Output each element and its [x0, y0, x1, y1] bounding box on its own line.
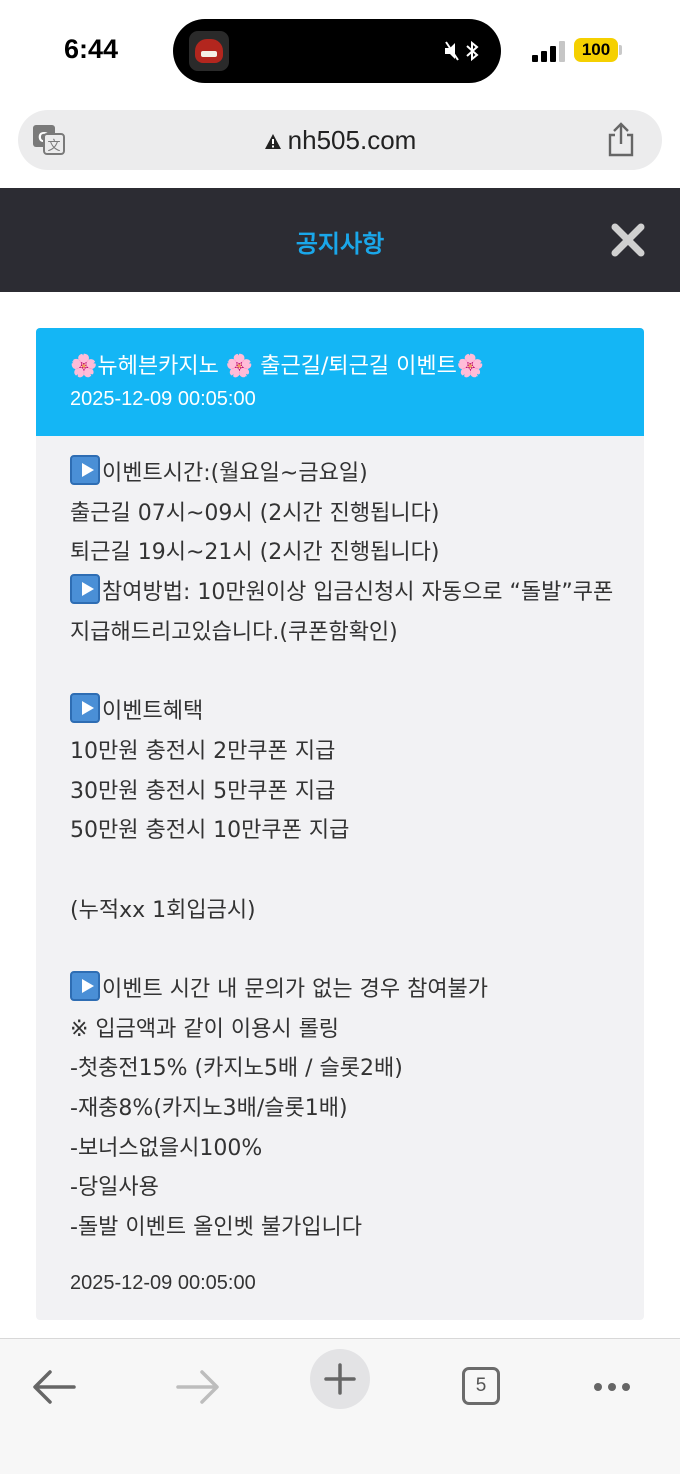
more-icon[interactable] — [582, 1357, 642, 1417]
play-icon — [70, 970, 100, 1001]
notice-title: 🌸뉴헤븐카지노 🌸 출근길/퇴근길 이벤트🌸 — [70, 354, 485, 379]
notice-line-text: 이벤트혜택 — [102, 699, 204, 725]
notice-line: 이벤트시간:(월요일~금요일) — [70, 454, 620, 494]
modal-title: 공지사항 — [295, 230, 385, 258]
status-bar: 6:44 100 — [0, 0, 680, 100]
notice-line: -첫충전15% (카지노5배 / 슬롯2배) — [70, 1049, 620, 1089]
notice-line: (누적xx 1회입금시) — [70, 891, 620, 931]
notice-line: -재충8%(카지노3배/슬롯1배) — [70, 1089, 620, 1129]
back-arrow-icon[interactable] — [24, 1357, 84, 1417]
notice-line: 퇴근길 19시~21시 (2시간 진행됩니다) — [70, 533, 620, 573]
notice-line: -돌발 이벤트 올인벳 불가입니다 — [70, 1208, 620, 1248]
play-icon — [70, 693, 100, 724]
share-icon[interactable] — [606, 122, 636, 158]
notice-line-text: -당일사용 — [70, 1175, 159, 1201]
play-icon — [70, 455, 100, 485]
notice-line-text: 30만원 충전시 5만쿠폰 지급 — [70, 778, 336, 804]
notice-line-text: -재충8%(카지노3배/슬롯1배) — [70, 1096, 348, 1122]
cherry-blossom-icon: 🌸 — [70, 354, 98, 379]
tabs-button[interactable]: 5 — [452, 1357, 512, 1417]
notice-line: ※ 입금액과 같이 이용시 롤링 — [70, 1010, 620, 1050]
close-icon[interactable] — [610, 222, 646, 258]
new-tab-button[interactable] — [310, 1349, 370, 1409]
notice-line-text: 참여방법: 10만원이상 입금신청시 자동으로 “돌발”쿠폰 지급해드리고있습니… — [70, 580, 614, 645]
dynamic-island[interactable] — [173, 19, 501, 83]
battery-nub — [619, 45, 622, 55]
speaker-icon — [445, 41, 459, 61]
signal-icon — [532, 40, 566, 62]
notice-date: 2025-12-09 00:05:00 — [70, 388, 256, 410]
notice-line-text: -첫충전15% (카지노5배 / 슬롯2배) — [70, 1056, 403, 1082]
notice-line: -보너스없을시100% — [70, 1129, 620, 1169]
notice-line-text: 퇴근길 19시~21시 (2시간 진행됩니다) — [70, 540, 440, 566]
notice-line-text: 이벤트 시간 내 문의가 없는 경우 참여불가 — [102, 976, 489, 1002]
notice-card: 🌸뉴헤븐카지노 🌸 출근길/퇴근길 이벤트🌸 2025-12-09 00:05:… — [36, 328, 644, 1320]
battery-indicator: 100 — [574, 38, 618, 62]
notice-line — [70, 652, 620, 692]
notice-line-text: (누적xx 1회입금시) — [70, 897, 256, 923]
modal-header: 공지사항 — [0, 188, 680, 292]
tabs-icon: 5 — [462, 1367, 500, 1405]
plus-icon — [324, 1363, 356, 1395]
notice-line: 10만원 충전시 2만쿠폰 지급 — [70, 732, 620, 772]
url-display[interactable]: nh505.com — [18, 125, 662, 156]
notice-line-text: 이벤트시간:(월요일~금요일) — [102, 461, 368, 486]
notice-line: 출근길 07시~09시 (2시간 진행됩니다) — [70, 494, 620, 534]
forward-arrow-icon[interactable] — [168, 1357, 228, 1417]
notice-line: -당일사용 — [70, 1168, 620, 1208]
notice-line: 이벤트혜택 — [70, 692, 620, 732]
play-icon — [70, 574, 100, 605]
notice-line-text: ※ 입금액과 같이 이용시 롤링 — [70, 1016, 340, 1042]
notice-line-text: -보너스없을시100% — [70, 1135, 263, 1161]
warning-icon — [264, 134, 281, 150]
url-text: nh505.com — [287, 125, 417, 155]
status-time: 6:44 — [64, 34, 119, 64]
cherry-blossom-icon: 🌸 — [225, 354, 254, 379]
notice-line-text: 50만원 충전시 10만쿠폰 지급 — [70, 818, 350, 844]
notice-line — [70, 851, 620, 891]
browser-toolbar: 5 — [0, 1338, 680, 1474]
notice-line-text: 출근길 07시~09시 (2시간 진행됩니다) — [70, 500, 440, 526]
notice-line: 참여방법: 10만원이상 입금신청시 자동으로 “돌발”쿠폰 지급해드리고있습니… — [70, 573, 620, 652]
notice-line — [70, 930, 620, 970]
notice-line-text: -돌발 이벤트 올인벳 불가입니다 — [70, 1215, 363, 1241]
notice-line: 50만원 충전시 10만쿠폰 지급 — [70, 811, 620, 851]
notice-line-text: 10만원 충전시 2만쿠폰 지급 — [70, 738, 336, 764]
bluetooth-icon — [466, 40, 479, 62]
address-bar[interactable]: G 文 nh505.com — [18, 110, 662, 170]
now-playing-app-icon[interactable] — [189, 31, 229, 71]
notice-body: 이벤트시간:(월요일~금요일) 출근길 07시~09시 (2시간 진행됩니다) 퇴근… — [70, 454, 620, 1248]
cherry-blossom-icon: 🌸 — [456, 354, 485, 379]
notice-line: 30만원 충전시 5만쿠폰 지급 — [70, 772, 620, 812]
speaker-bluetooth-icons — [445, 40, 479, 62]
notice-footer-date: 2025-12-09 00:05:00 — [70, 1272, 256, 1294]
notice-header: 🌸뉴헤븐카지노 🌸 출근길/퇴근길 이벤트🌸 2025-12-09 00:05:… — [36, 328, 644, 436]
notice-line: 이벤트 시간 내 문의가 없는 경우 참여불가 — [70, 970, 620, 1010]
